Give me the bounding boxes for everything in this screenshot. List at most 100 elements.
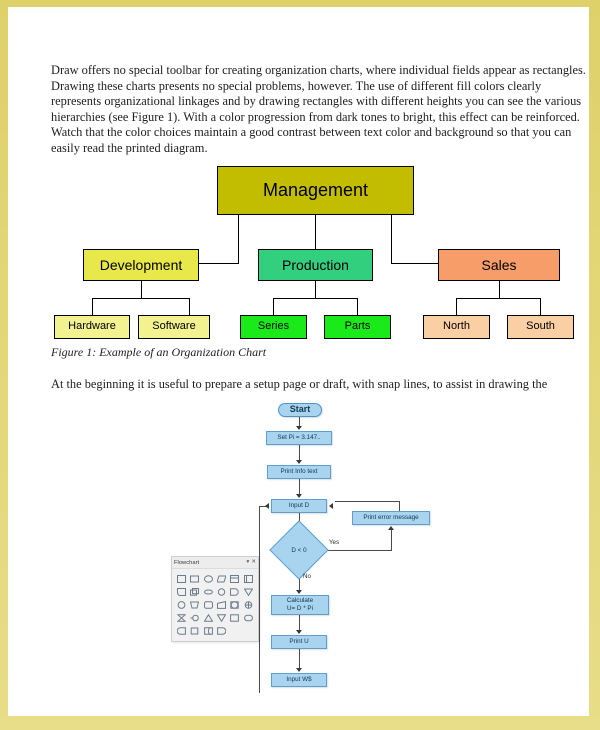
shape-parallelogram-icon[interactable] [215, 572, 228, 585]
flow-node-print-error[interactable]: Print error message [352, 511, 430, 525]
figure-caption: Figure 1: Example of an Organization Cha… [51, 345, 267, 359]
watermark-text [58, 687, 288, 705]
flow-label-yes: Yes [329, 539, 340, 546]
page-sheet: Draw offers no special toolbar for creat… [8, 7, 589, 716]
flow-arrow-no-to-calc [296, 590, 302, 594]
org-node-management[interactable]: Management [217, 166, 414, 215]
flow-edge-yes-vertical [391, 530, 392, 550]
flow-node-print-error-label: Print error message [363, 514, 419, 522]
connector-sales-stem [499, 281, 501, 299]
shape-delay-icon[interactable] [228, 585, 241, 598]
org-node-hardware[interactable]: Hardware [54, 315, 130, 339]
shape-document-icon[interactable] [228, 572, 241, 585]
shape-ellipse-icon[interactable] [202, 572, 215, 585]
org-node-development-label: Development [99, 256, 183, 273]
flow-node-input-ws[interactable]: Input W$ [271, 673, 327, 687]
shape-triangle-up-icon[interactable] [202, 612, 215, 625]
shape-flag-icon[interactable] [175, 585, 188, 598]
organization-chart: Management Development Production Sales … [13, 161, 600, 346]
shape-hourglass-icon[interactable] [175, 612, 188, 625]
flow-edge-yes-horizontal [320, 550, 392, 551]
connector-sales-bus [456, 298, 541, 300]
flow-label-no: No [303, 573, 311, 580]
org-node-parts[interactable]: Parts [324, 315, 391, 339]
shape-collate-icon[interactable] [241, 598, 254, 611]
flow-node-input-d-label: Input D [288, 502, 310, 510]
connector-sales-south [540, 298, 542, 315]
shape-multi-document-icon[interactable] [188, 585, 201, 598]
org-node-parts-label: Parts [344, 320, 371, 333]
connector-mgmt-prod-vertical [315, 215, 317, 252]
flow-arrow-start-setpi [296, 426, 302, 430]
org-node-north-label: North [443, 320, 470, 333]
flow-arrow-printinfo-inputd [296, 494, 302, 498]
flow-node-print-u[interactable]: Print U [271, 635, 327, 649]
shape-rounded-left-icon[interactable] [175, 625, 188, 638]
shape-triangle-down-icon[interactable] [241, 585, 254, 598]
intro-paragraph: Draw offers no special toolbar for creat… [51, 63, 586, 155]
flow-arrow-setpi-printinfo [296, 460, 302, 464]
flow-arrow-error-into-inputd [329, 503, 333, 509]
connector-mgmt-dev-vertical [238, 215, 240, 264]
flow-node-print-info[interactable]: Print Info text [267, 465, 331, 479]
flow-loop-left-vertical [259, 506, 260, 693]
flow-arrow-loop-into-inputd [265, 503, 269, 509]
shape-circle-icon[interactable] [215, 585, 228, 598]
connector-sales-north [456, 298, 458, 315]
org-node-software-label: Software [152, 320, 196, 333]
shape-trapezoid-icon[interactable] [188, 598, 201, 611]
flowchart-toolbar-panel[interactable]: Flowchart ▾ ✕ [171, 556, 259, 642]
close-icon[interactable]: ✕ [251, 559, 256, 566]
org-node-production[interactable]: Production [258, 249, 373, 281]
shape-rounded-rectangle-icon[interactable] [202, 598, 215, 611]
org-node-south-label: South [526, 320, 555, 333]
connector-mgmt-sales-vertical [391, 215, 393, 264]
shape-triangle-down-2-icon[interactable] [215, 612, 228, 625]
flow-node-calculate-line1: Calculate [286, 597, 314, 605]
org-node-series[interactable]: Series [240, 315, 307, 339]
org-node-software[interactable]: Software [138, 315, 210, 339]
flow-node-calculate-line2: U= D * Pi [286, 605, 314, 612]
shape-card-icon[interactable] [241, 572, 254, 585]
shape-rectangle-alt-icon[interactable] [188, 572, 201, 585]
flow-node-start-label: Start [289, 404, 311, 415]
flow-arrow-yes-into-error [388, 526, 394, 530]
shape-sequential-access-icon[interactable] [228, 598, 241, 611]
flow-node-set-pi[interactable]: Set Pi = 3.147.. [266, 431, 332, 445]
org-node-south[interactable]: South [507, 315, 574, 339]
connector-dev-stem [141, 281, 143, 299]
page-border-frame: Draw offers no special toolbar for creat… [0, 0, 600, 730]
flow-node-decision-d-label: D < 0 [291, 546, 307, 554]
panel-title-bar[interactable]: Flowchart ▾ ✕ [172, 557, 258, 569]
org-node-sales-label: Sales [481, 256, 517, 273]
flow-node-input-d[interactable]: Input D [271, 499, 327, 513]
flow-node-decision-d[interactable]: D < 0 [269, 520, 329, 580]
shape-square-io-icon[interactable] [228, 612, 241, 625]
shape-connector-left-icon[interactable] [188, 612, 201, 625]
shape-circle-2-icon[interactable] [175, 598, 188, 611]
shape-storage-icon[interactable] [202, 625, 215, 638]
shape-rectangle-icon[interactable] [175, 572, 188, 585]
shape-rounded-right-icon[interactable] [215, 625, 228, 638]
chevron-down-icon[interactable]: ▾ [247, 559, 250, 566]
flow-node-input-ws-label: Input W$ [286, 676, 312, 684]
flow-node-calculate[interactable]: Calculate U= D * Pi [271, 595, 329, 615]
org-node-north[interactable]: North [423, 315, 490, 339]
connector-dev-bus [92, 298, 190, 300]
connector-mgmt-sales-horizontal [391, 263, 438, 265]
connector-prod-series [273, 298, 275, 315]
flow-node-set-pi-label: Set Pi = 3.147.. [277, 434, 321, 442]
setup-paragraph: At the beginning it is useful to prepare… [51, 377, 548, 391]
flow-edge-error-back [335, 501, 400, 502]
connector-dev-software [189, 298, 191, 315]
org-node-sales[interactable]: Sales [438, 249, 560, 281]
shape-terminator-icon[interactable] [241, 612, 254, 625]
org-node-development[interactable]: Development [83, 249, 199, 281]
shape-square-small-icon[interactable] [188, 625, 201, 638]
shape-stored-data-icon[interactable] [202, 585, 215, 598]
shape-manual-input-icon[interactable] [215, 598, 228, 611]
connector-prod-bus [273, 298, 358, 300]
flow-node-start[interactable]: Start [278, 403, 322, 417]
org-node-production-label: Production [282, 256, 349, 273]
flow-arrow-printu-inputws [296, 668, 302, 672]
